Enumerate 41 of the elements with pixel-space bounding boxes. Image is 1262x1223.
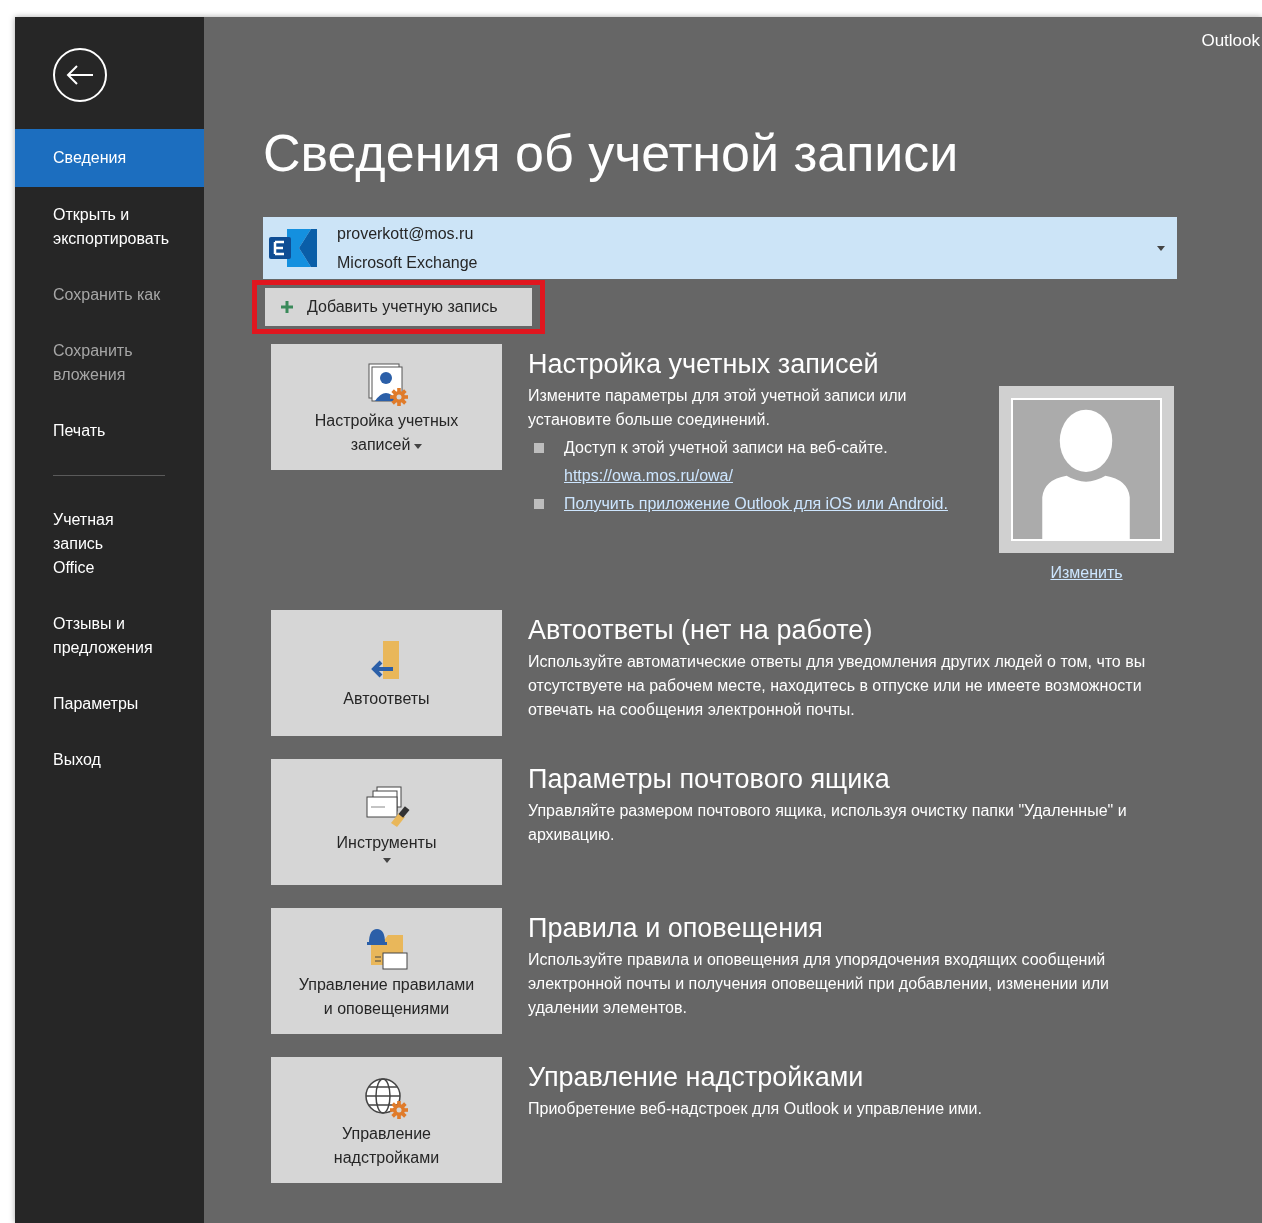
section-description: Используйте правила и оповещения для упорядочения входящих сообщений электронной почты и получения оповещений при добавлении, изменении или удалении элементов.: [528, 950, 1110, 1018]
section-title: Параметры почтового ящика: [528, 763, 891, 796]
action-button[interactable]: Управление правилами и оповещениями: [271, 908, 502, 1034]
sidebar-item[interactable]: Параметры: [15, 676, 204, 732]
app-name: Outlook: [1201, 30, 1260, 52]
action-button[interactable]: Управление надстройками: [271, 1057, 502, 1183]
back-arrow-icon: [66, 65, 94, 85]
bullet-text: Доступ к этой учетной записи на веб-сайте.: [564, 438, 888, 458]
bullet-icon: [534, 499, 544, 509]
section-title: Правила и оповещения: [528, 912, 824, 945]
section-title: Управление надстройками: [528, 1061, 865, 1094]
section-title: Настройка учетных записей: [528, 348, 880, 381]
section-description: Используйте автоматические ответы для уведомления других людей о том, что вы отсутствуете на рабочем месте, находитесь в отпуске или не имеете возможности отвечать на сообщения электронной почты.: [528, 652, 1147, 720]
account-dropdown[interactable]: proverkott@mos.ru Microsoft Exchange: [263, 217, 1177, 279]
add-account-button[interactable]: Добавить учетную запись: [265, 288, 532, 326]
section-description: Измените параметры для этой учетной записи или установите больше соединений.: [528, 386, 908, 430]
section-description: Управляйте размером почтового ящика, используя очистку папки "Удаленные" и архивацию.: [528, 801, 1128, 845]
back-button[interactable]: [53, 48, 107, 102]
sidebar-item[interactable]: Открыть и экспортировать: [15, 187, 204, 267]
app-link[interactable]: Получить приложение Outlook для iOS или Android.: [564, 492, 948, 516]
section-title: Автоответы (нет на работе): [528, 614, 874, 647]
caret-icon: [1157, 245, 1165, 251]
account-type: Microsoft Exchange: [337, 253, 479, 273]
sidebar-item[interactable]: Выход: [15, 732, 204, 788]
plus-icon: [281, 301, 293, 313]
account-email: proverkott@mos.ru: [337, 224, 475, 244]
sidebar-item[interactable]: Печать: [15, 403, 204, 459]
caret-icon: [414, 443, 423, 449]
person-silhouette-icon: [1011, 398, 1162, 541]
action-button[interactable]: Инструменты: [271, 759, 502, 885]
web-link[interactable]: https://owa.mos.ru/owa/: [564, 464, 888, 488]
page-title: Сведения об учетной записи: [263, 123, 960, 184]
section-description: Приобретение веб-надстроек для Outlook и управление ими.: [528, 1099, 983, 1119]
bullet-icon: [534, 443, 544, 453]
action-button[interactable]: Настройка учетных записей: [271, 344, 502, 470]
sidebar-item[interactable]: Отзывы и предложения: [15, 596, 204, 676]
change-photo-link[interactable]: Изменить: [1050, 561, 1123, 585]
sidebar-item[interactable]: Сведения: [15, 129, 204, 187]
sidebar-item[interactable]: Учетная запись Office: [15, 492, 204, 596]
action-button[interactable]: Автоответы: [271, 610, 502, 736]
caret-icon: [382, 858, 391, 864]
